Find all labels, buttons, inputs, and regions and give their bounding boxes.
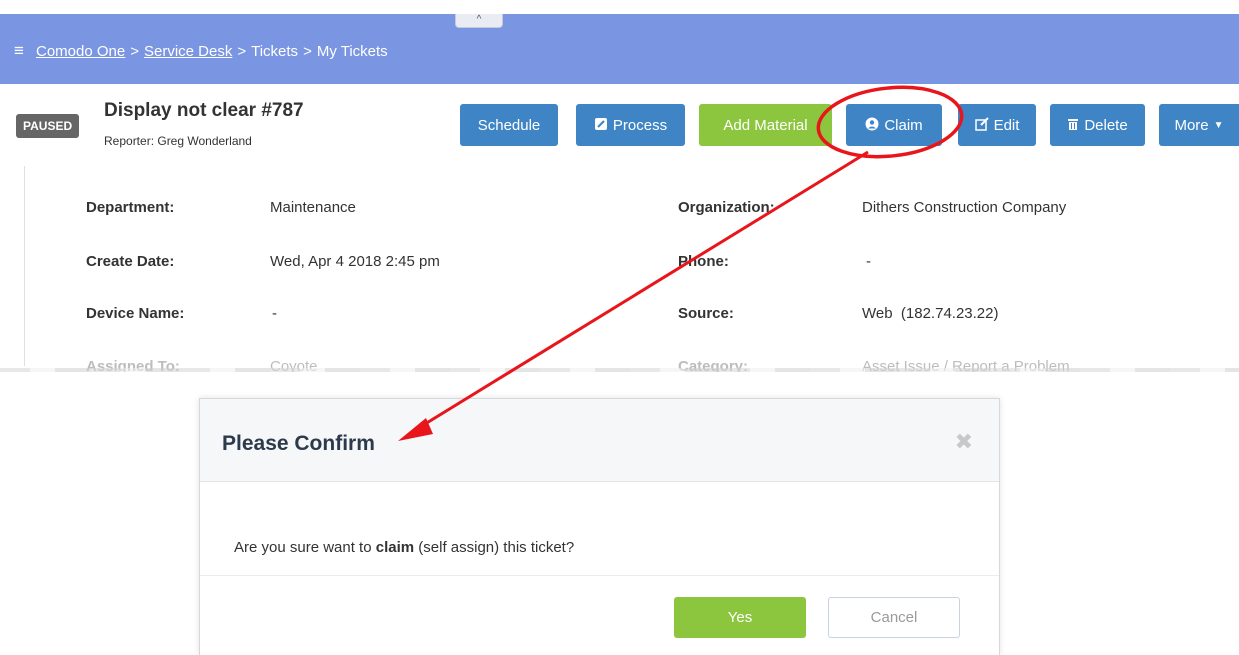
- more-dropdown-button[interactable]: More ▼: [1159, 104, 1239, 146]
- user-circle-icon: [865, 117, 879, 134]
- status-badge: PAUSED: [16, 114, 80, 138]
- device-name-label: Device Name:: [86, 305, 185, 322]
- claim-button[interactable]: Claim: [846, 104, 942, 146]
- edit-button-label: Edit: [993, 116, 1020, 134]
- trash-icon: [1067, 117, 1079, 134]
- schedule-button-label: Schedule: [477, 116, 541, 134]
- collapse-toggle[interactable]: ^: [455, 14, 503, 28]
- breadcrumb-my-tickets: My Tickets: [316, 43, 388, 60]
- breadcrumb-separator: >: [237, 43, 247, 60]
- phone-value: -: [866, 253, 871, 270]
- annotation-arrow-line: [411, 150, 869, 434]
- dialog-message-text: Are you sure want to: [234, 539, 376, 556]
- torn-edge-mask: [0, 372, 1239, 386]
- source-label: Source:: [678, 305, 734, 322]
- breadcrumb-tickets[interactable]: Tickets: [251, 43, 298, 60]
- caret-down-icon: ▼: [1213, 119, 1224, 131]
- add-material-button[interactable]: Add Material: [699, 104, 832, 146]
- organization-label: Organization:: [678, 199, 775, 216]
- dialog-message-text-end: (self assign) this ticket?: [414, 539, 575, 556]
- department-value: Maintenance: [270, 199, 356, 216]
- create-date-label: Create Date:: [86, 253, 175, 270]
- phone-label: Phone:: [678, 253, 729, 270]
- yes-button[interactable]: Yes: [674, 597, 806, 638]
- edit-icon: [974, 116, 989, 134]
- delete-button[interactable]: Delete: [1050, 104, 1145, 146]
- add-material-button-label: Add Material: [723, 116, 808, 134]
- process-button-label: Process: [612, 116, 668, 134]
- department-label: Department:: [86, 199, 175, 216]
- schedule-button[interactable]: Schedule: [460, 104, 558, 146]
- close-icon[interactable]: ✖: [955, 429, 973, 455]
- more-button-label: More: [1174, 116, 1209, 134]
- edit-button[interactable]: Edit: [958, 104, 1036, 146]
- create-date-value: Wed, Apr 4 2018 2:45 pm: [270, 253, 440, 270]
- details-left-border: [24, 166, 25, 366]
- ticket-title: Display not clear #787: [104, 100, 304, 121]
- cancel-button[interactable]: Cancel: [828, 597, 960, 638]
- breadcrumb-separator: >: [130, 43, 139, 60]
- cancel-button-label: Cancel: [870, 609, 918, 626]
- ticket-reporter: Reporter: Greg Wonderland: [104, 134, 252, 148]
- menu-icon[interactable]: ≡: [14, 41, 24, 61]
- organization-value: Dithers Construction Company: [862, 199, 1067, 216]
- confirm-dialog: Please Confirm ✖ Are you sure want to cl…: [199, 398, 1000, 655]
- delete-button-label: Delete: [1084, 116, 1128, 134]
- dialog-title: Please Confirm: [222, 432, 375, 455]
- breadcrumb-separator: >: [303, 43, 312, 60]
- breadcrumb: Comodo One > Service Desk > Tickets > My…: [36, 43, 388, 60]
- yes-button-label: Yes: [727, 609, 753, 626]
- dialog-message: Are you sure want to claim (self assign)…: [234, 539, 574, 556]
- device-name-value: -: [272, 305, 277, 322]
- breadcrumb-comodo-one[interactable]: Comodo One: [36, 43, 125, 60]
- dialog-footer-divider: [200, 575, 999, 576]
- process-button[interactable]: Process: [576, 104, 685, 146]
- claim-button-label: Claim: [884, 116, 923, 134]
- source-value: Web (182.74.23.22): [862, 305, 999, 322]
- breadcrumb-service-desk[interactable]: Service Desk: [144, 43, 232, 60]
- process-icon: [594, 117, 608, 134]
- dialog-message-keyword: claim: [375, 539, 415, 556]
